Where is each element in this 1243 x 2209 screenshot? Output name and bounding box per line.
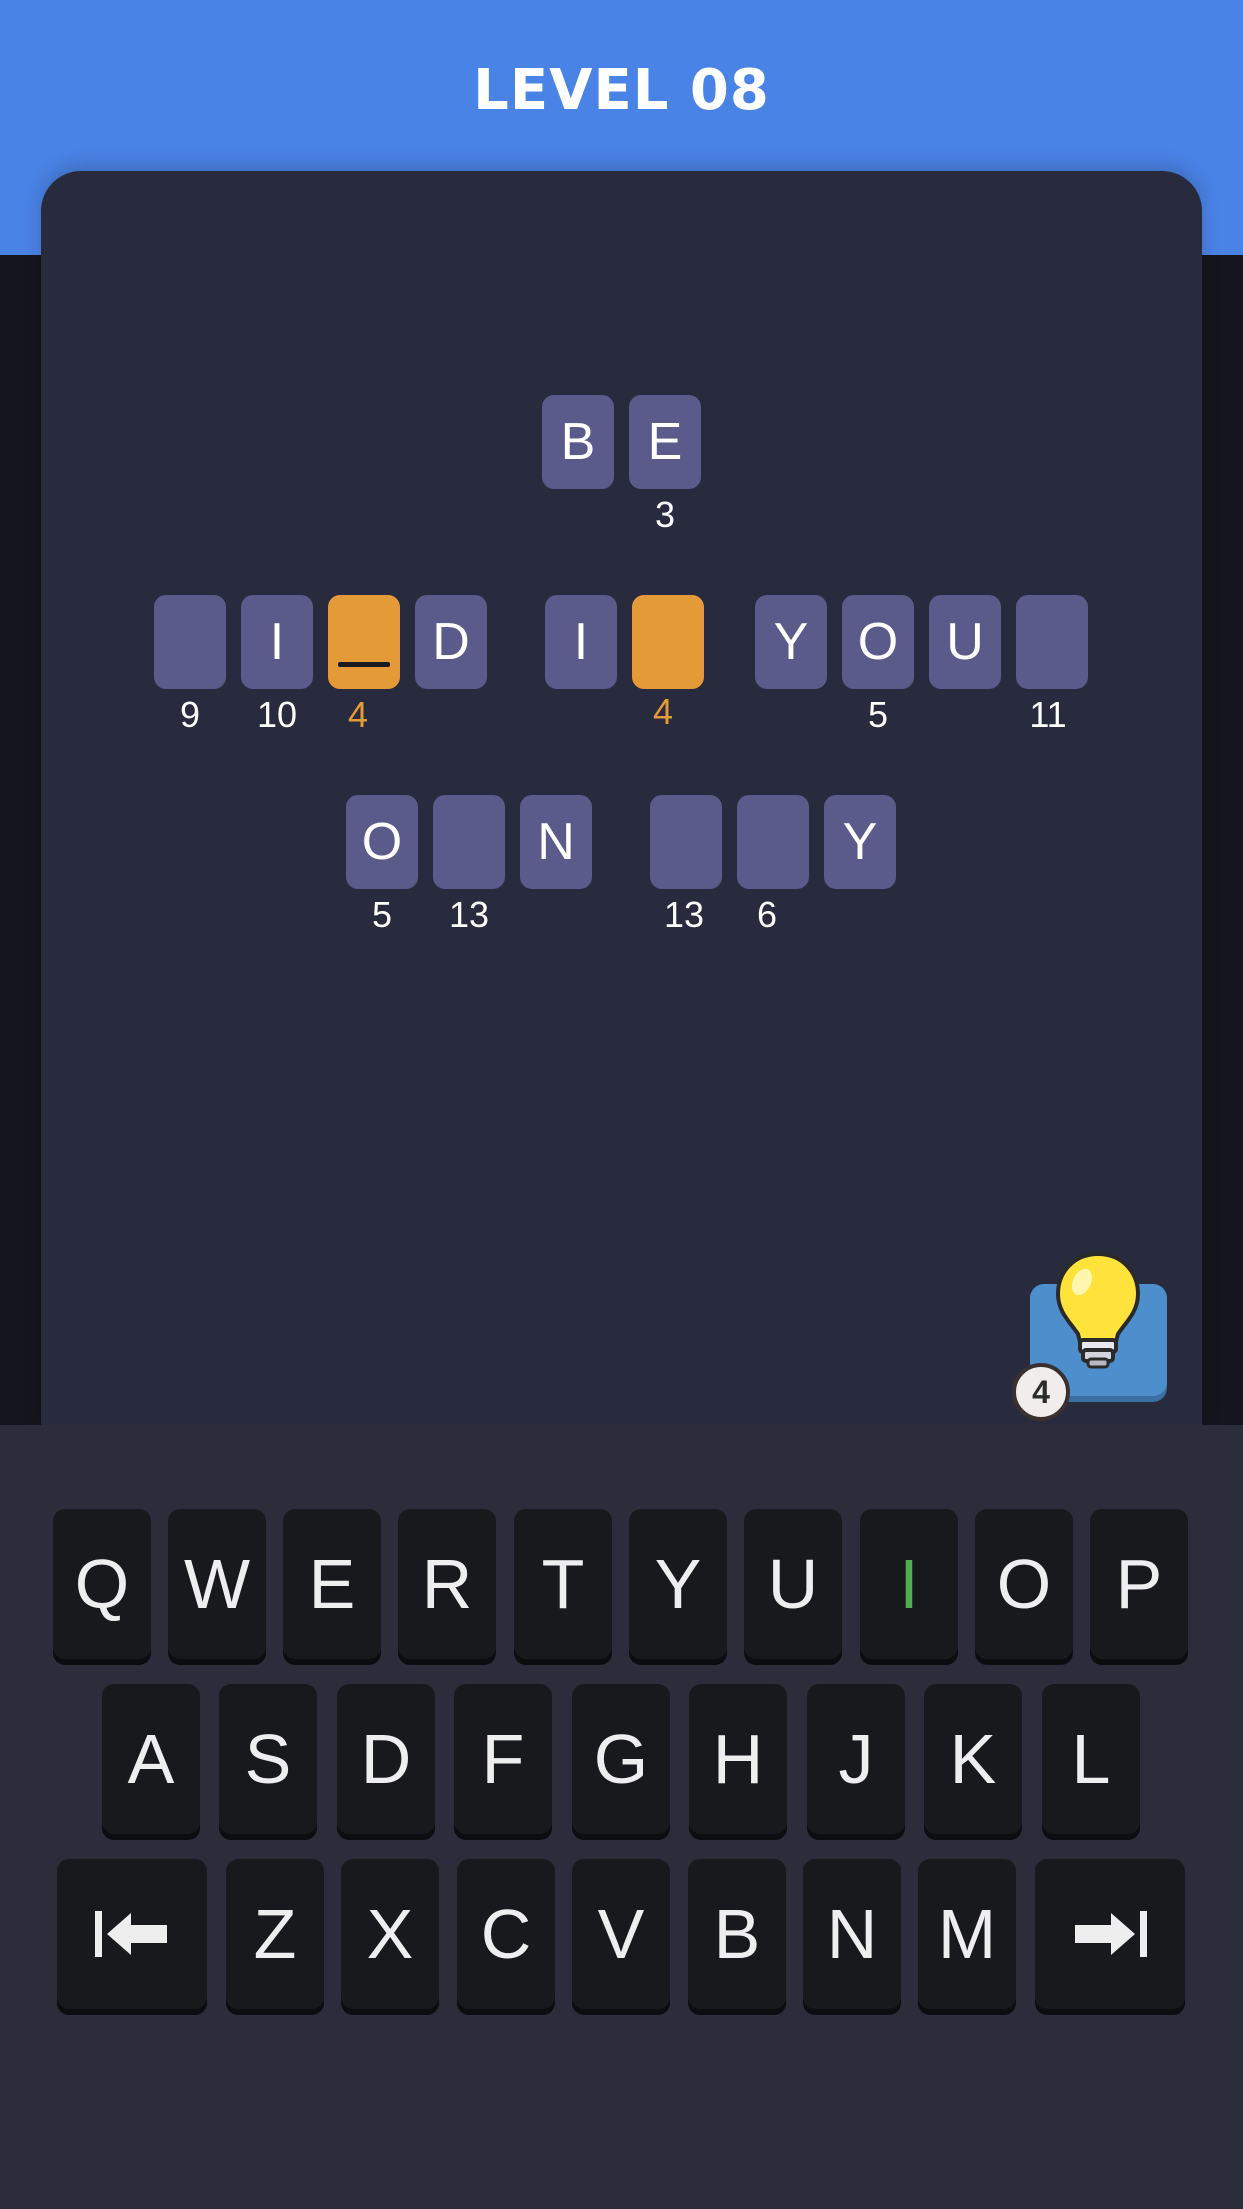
key-t[interactable]: T (514, 1509, 612, 1659)
tile-letter: Y (773, 613, 809, 671)
letter-tile[interactable]: Y (824, 795, 896, 889)
input-cursor (338, 662, 390, 667)
key-c[interactable]: C (457, 1859, 555, 2009)
key-h[interactable]: H (689, 1684, 787, 1834)
key-s[interactable]: S (219, 1684, 317, 1834)
key-k[interactable]: K (924, 1684, 1022, 1834)
tile-letter: D (432, 613, 470, 671)
key-u[interactable]: U (744, 1509, 842, 1659)
tile-letter: U (946, 613, 984, 671)
key-o[interactable]: O (975, 1509, 1073, 1659)
letter-tile[interactable] (433, 795, 505, 889)
letter-tile[interactable]: O (842, 595, 914, 689)
letter-tile[interactable] (650, 795, 722, 889)
next-tile-button[interactable] (1035, 1859, 1185, 2009)
key-y[interactable]: Y (629, 1509, 727, 1659)
key-p[interactable]: P (1090, 1509, 1188, 1659)
key-q[interactable]: Q (53, 1509, 151, 1659)
tile-letter: Y (842, 813, 878, 871)
key-m[interactable]: M (918, 1859, 1016, 2009)
tile-letter: E (647, 413, 683, 471)
letter-tile[interactable]: B (542, 395, 614, 489)
tile-number: 5 (371, 894, 393, 935)
key-i[interactable]: I (860, 1509, 958, 1659)
tile-number: 4 (652, 691, 674, 732)
letter-tile[interactable]: I (241, 595, 313, 689)
letter-tile[interactable]: E (629, 395, 701, 489)
key-d[interactable]: D (337, 1684, 435, 1834)
tile-letter: I (573, 613, 589, 671)
letter-tile[interactable] (1016, 595, 1088, 689)
tile-number: 10 (256, 694, 298, 735)
letter-tile[interactable]: U (929, 595, 1001, 689)
tile-number: 11 (1029, 694, 1067, 735)
hint-count-badge: 4 (1012, 1363, 1070, 1421)
tile-letter: B (560, 413, 596, 471)
key-x[interactable]: X (341, 1859, 439, 2009)
letter-tile[interactable]: N (520, 795, 592, 889)
key-z[interactable]: Z (226, 1859, 324, 2009)
tile-number: 9 (179, 694, 201, 735)
key-n[interactable]: N (803, 1859, 901, 2009)
tile-number: 6 (756, 894, 778, 935)
tile-letter: O (361, 813, 403, 871)
tile-letter: I (269, 613, 285, 671)
tile-number: 5 (867, 694, 889, 735)
key-g[interactable]: G (572, 1684, 670, 1834)
key-e[interactable]: E (283, 1509, 381, 1659)
letter-tile[interactable] (154, 595, 226, 689)
tile-letter: N (537, 813, 575, 871)
key-r[interactable]: R (398, 1509, 496, 1659)
key-w[interactable]: W (168, 1509, 266, 1659)
key-f[interactable]: F (454, 1684, 552, 1834)
puzzle-board (41, 171, 1202, 1431)
level-title: LEVEL 08 (473, 58, 770, 123)
tile-number: 13 (663, 894, 705, 935)
letter-tile[interactable]: O (346, 795, 418, 889)
letter-tile[interactable]: D (415, 595, 487, 689)
key-j[interactable]: J (807, 1684, 905, 1834)
letter-tile[interactable]: I (545, 595, 617, 689)
selected-letter-tile[interactable] (328, 595, 400, 689)
key-l[interactable]: L (1042, 1684, 1140, 1834)
tile-number: 4 (347, 694, 369, 735)
arrow-left-bar-icon (95, 1911, 167, 1957)
tile-number: 3 (654, 494, 676, 535)
arrow-right-bar-icon (1075, 1911, 1147, 1957)
key-v[interactable]: V (572, 1859, 670, 2009)
letter-tile[interactable] (737, 795, 809, 889)
tile-number: 13 (448, 894, 490, 935)
tile-letter: O (857, 613, 899, 671)
letter-tile[interactable]: Y (755, 595, 827, 689)
lightbulb-icon[interactable] (1052, 1250, 1144, 1370)
key-b[interactable]: B (688, 1859, 786, 2009)
key-a[interactable]: A (102, 1684, 200, 1834)
previous-tile-button[interactable] (57, 1859, 207, 2009)
selected-letter-tile[interactable] (632, 595, 704, 689)
